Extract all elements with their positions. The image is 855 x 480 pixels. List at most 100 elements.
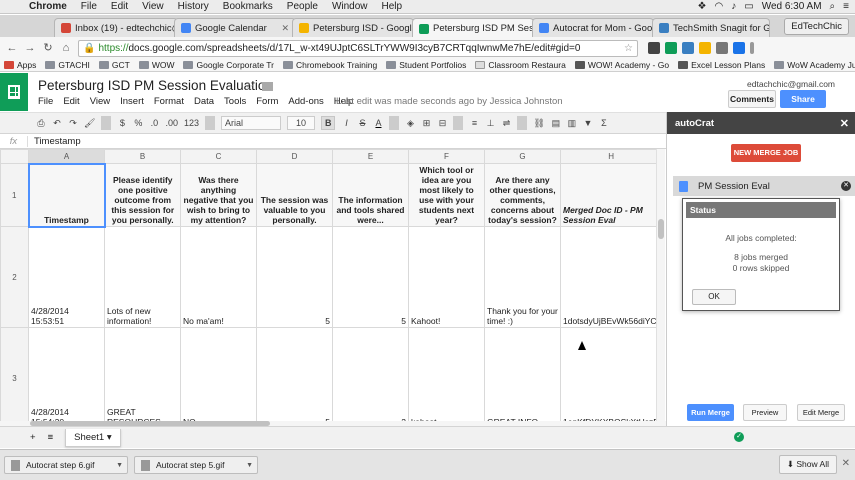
- add-sheet-icon[interactable]: +: [30, 432, 36, 443]
- bookmark-gct[interactable]: GCT: [98, 60, 130, 70]
- font-select[interactable]: Arial: [220, 116, 281, 130]
- cell-a2[interactable]: 4/28/2014 15:53:51: [28, 226, 105, 328]
- scrollbar-thumb[interactable]: [658, 219, 664, 239]
- docs-menu-format[interactable]: Format: [154, 96, 184, 107]
- menu-history[interactable]: History: [171, 1, 216, 12]
- menu-file[interactable]: File: [74, 1, 104, 12]
- cell-d1[interactable]: The session was valuable to you personal…: [256, 163, 333, 227]
- increase-decimal-button[interactable]: .00: [165, 118, 178, 128]
- user-email[interactable]: edtachchic@gmail.com: [747, 79, 835, 89]
- cell-f2[interactable]: Kahoot!: [408, 226, 485, 328]
- bookmark-wow[interactable]: WOW: [138, 60, 174, 70]
- tab-petersburg-doc[interactable]: Petersburg ISD - Google D ✕: [292, 18, 414, 37]
- wrap-icon[interactable]: ⇌: [501, 118, 511, 129]
- eyedropper-icon[interactable]: [716, 42, 728, 54]
- borders-icon[interactable]: ⊞: [421, 118, 431, 129]
- valign-icon[interactable]: ⊥: [485, 118, 495, 129]
- spotlight-icon[interactable]: ⌕: [830, 1, 836, 12]
- address-bar[interactable]: 🔒 https:// docs.google.com/spreadsheets/…: [78, 39, 638, 57]
- menu-view[interactable]: View: [135, 1, 171, 12]
- edit-merge-button[interactable]: Edit Merge: [797, 404, 845, 421]
- delete-job-icon[interactable]: ✕: [841, 181, 851, 191]
- new-merge-job-button[interactable]: NEW MERGE JOB: [731, 144, 801, 162]
- cell-b1[interactable]: Please identify one positive outcome fro…: [104, 163, 181, 227]
- row-header-2[interactable]: 2: [0, 226, 29, 328]
- link-icon[interactable]: ⛓: [533, 118, 544, 129]
- chart-icon[interactable]: ▥: [567, 118, 577, 129]
- cell-g2[interactable]: Thank you for your time! :): [484, 226, 561, 328]
- number-format-button[interactable]: 123: [184, 118, 199, 128]
- menu-edit[interactable]: Edit: [104, 1, 135, 12]
- tab-pm-session[interactable]: Petersburg ISD PM Sessio ✕: [412, 18, 534, 38]
- bookmark-wow-academy[interactable]: WOW! Academy - Go: [574, 60, 669, 70]
- cell-e2[interactable]: 5: [332, 226, 409, 328]
- row-header-3[interactable]: 3: [0, 327, 29, 421]
- close-icon[interactable]: ✕: [840, 117, 855, 130]
- sheet-tab-sheet1[interactable]: Sheet1 ▾: [65, 428, 121, 447]
- document-title[interactable]: Petersburg ISD PM Session Evaluation: [38, 78, 273, 93]
- undo-icon[interactable]: ↶: [52, 118, 62, 129]
- list-icon[interactable]: ≡: [843, 1, 849, 12]
- paint-format-icon[interactable]: 🖌: [84, 118, 95, 129]
- bookmark-chromebook-training[interactable]: Chromebook Training: [282, 60, 377, 70]
- docs-menu-insert[interactable]: Insert: [120, 96, 144, 107]
- close-icon[interactable]: ✕: [842, 458, 850, 469]
- column-header-f[interactable]: F: [408, 149, 485, 164]
- docs-menu-edit[interactable]: Edit: [63, 96, 79, 107]
- volume-icon[interactable]: ♪: [731, 1, 736, 12]
- cell-h2[interactable]: 1dotsdyUjBEvWk56diYC: [559, 226, 663, 328]
- decrease-decimal-button[interactable]: .0: [149, 118, 159, 128]
- last-edit-status[interactable]: Last edit was made seconds ago by Jessic…: [336, 96, 563, 107]
- docs-menu-tools[interactable]: Tools: [224, 96, 246, 107]
- download-item[interactable]: Autocrat step 5.gif ▼: [134, 456, 258, 474]
- merge-cells-icon[interactable]: ⊟: [437, 118, 447, 129]
- menubar-clock[interactable]: Wed 6:30 AM: [762, 1, 822, 12]
- percent-button[interactable]: %: [133, 118, 143, 128]
- bookmark-icon[interactable]: [682, 42, 694, 54]
- docs-menu-view[interactable]: View: [90, 96, 110, 107]
- wifi-icon[interactable]: ◠: [715, 1, 724, 12]
- docs-menu-data[interactable]: Data: [194, 96, 214, 107]
- sheets-logo-icon[interactable]: [0, 73, 28, 111]
- layers-icon[interactable]: [648, 42, 660, 54]
- cell-h1[interactable]: Merged Doc ID - PM Session Eval: [559, 163, 663, 227]
- cell-e1[interactable]: The information and tools shared were...: [332, 163, 409, 227]
- currency-button[interactable]: $: [117, 118, 127, 128]
- drive-icon[interactable]: [665, 42, 677, 54]
- docs-menu-addons[interactable]: Add-ons: [288, 96, 323, 107]
- filter-icon[interactable]: ▼: [583, 118, 593, 128]
- cell-b3[interactable]: GREAT RESOURCES: [104, 327, 181, 421]
- menu-bookmarks[interactable]: Bookmarks: [216, 1, 280, 12]
- column-header-e[interactable]: E: [332, 149, 409, 164]
- battery-icon[interactable]: ▭: [744, 1, 753, 12]
- bookmark-star-icon[interactable]: ☆: [624, 43, 633, 54]
- merge-job-row[interactable]: PM Session Eval ✕: [673, 176, 855, 196]
- tab-autocrat-mom[interactable]: Autocrat for Mom - Googl ✕: [532, 18, 654, 37]
- cell-a1-timestamp[interactable]: Timestamp: [27, 162, 106, 228]
- share-button[interactable]: Share: [780, 90, 826, 108]
- strikethrough-icon[interactable]: S: [357, 118, 367, 128]
- menu-app[interactable]: Chrome: [22, 1, 74, 12]
- cell-h3[interactable]: 1epKfDYKXBQSkXtHszD: [559, 327, 663, 421]
- font-size-select[interactable]: 10: [286, 116, 315, 130]
- chevron-down-icon[interactable]: ▼: [116, 462, 127, 469]
- menu-window[interactable]: Window: [325, 1, 375, 12]
- cell-g3[interactable]: GREAT INFO: [484, 327, 561, 421]
- profile-button[interactable]: EdTechChic: [784, 18, 849, 35]
- text-color-icon[interactable]: A: [373, 118, 383, 128]
- dropbox-icon[interactable]: ❖: [698, 1, 707, 12]
- column-header-d[interactable]: D: [256, 149, 333, 164]
- download-item[interactable]: Autocrat step 6.gif ▼: [4, 456, 128, 474]
- comments-button[interactable]: Comments: [728, 90, 776, 108]
- ok-button[interactable]: OK: [692, 289, 736, 305]
- star-icon[interactable]: ☆: [244, 80, 254, 93]
- cell-f1[interactable]: Which tool or idea are you most likely t…: [408, 163, 485, 227]
- spreadsheet-grid[interactable]: A B C D E F G H 1 Timestamp Please ident…: [0, 149, 666, 421]
- cell-g1[interactable]: Are there any other questions, comments,…: [484, 163, 561, 227]
- close-icon[interactable]: ✕: [277, 23, 289, 34]
- back-icon[interactable]: ←: [4, 40, 20, 56]
- cell-d2[interactable]: 5: [256, 226, 333, 328]
- cell-c1[interactable]: Was there anything negative that you wis…: [180, 163, 257, 227]
- cell-c2[interactable]: No ma'am!: [180, 226, 257, 328]
- functions-icon[interactable]: Σ: [599, 118, 609, 128]
